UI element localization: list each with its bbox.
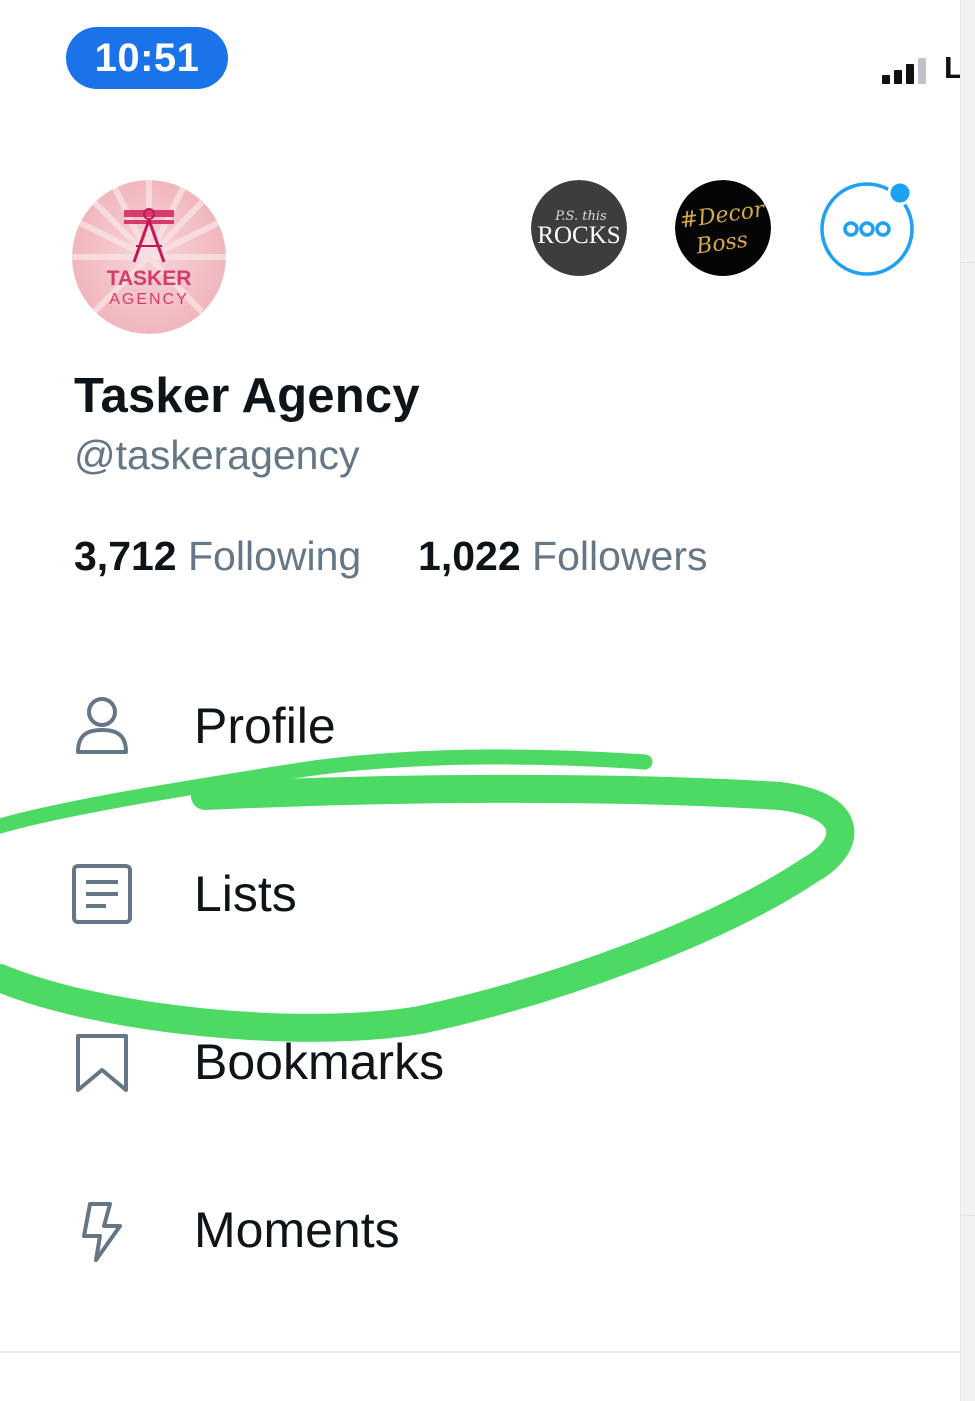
account-1-line2: ROCKS [537,222,620,249]
profile-name[interactable]: Tasker Agency [74,368,420,424]
followers-count: 1,022 [418,533,521,579]
menu-label-moments: Moments [194,1202,400,1258]
menu-item-bookmarks[interactable]: Bookmarks [0,1008,960,1118]
more-dots-icon [820,180,914,276]
menu-item-moments[interactable]: Moments [0,1176,960,1286]
menu-divider [0,1351,960,1353]
more-accounts-button[interactable] [820,180,916,276]
following-label: Following [188,533,362,579]
person-icon [76,697,128,754]
followers-link[interactable]: 1,022 Followers [418,533,707,579]
account-switch-ps-this-rocks[interactable]: P.S. this ROCKS [531,180,627,276]
profile-avatar[interactable]: TASKER AGENCY [72,180,226,334]
main-content-edge [960,0,975,1401]
avatar-text-top: TASKER [107,267,192,290]
lightning-icon [82,1202,122,1262]
following-link[interactable]: 3,712 Following [74,533,361,579]
profile-handle: @taskeragency [74,432,360,478]
following-count: 3,712 [74,533,177,579]
menu-label-profile: Profile [194,698,336,754]
menu-item-lists[interactable]: Lists [0,840,960,950]
menu-label-bookmarks: Bookmarks [194,1034,445,1090]
status-time: 10:51 [66,27,228,89]
menu-item-profile[interactable]: Profile [0,672,960,782]
follow-stats: 3,712 Following 1,022 Followers [74,533,707,580]
signal-strength-icon [882,58,926,84]
bookmark-icon [76,1034,128,1092]
list-icon [72,864,132,924]
avatar-text-bottom: AGENCY [109,291,189,308]
account-switch-decor-boss[interactable]: #Decor Boss [675,180,771,276]
menu-label-lists: Lists [194,866,297,922]
followers-label: Followers [532,533,708,579]
